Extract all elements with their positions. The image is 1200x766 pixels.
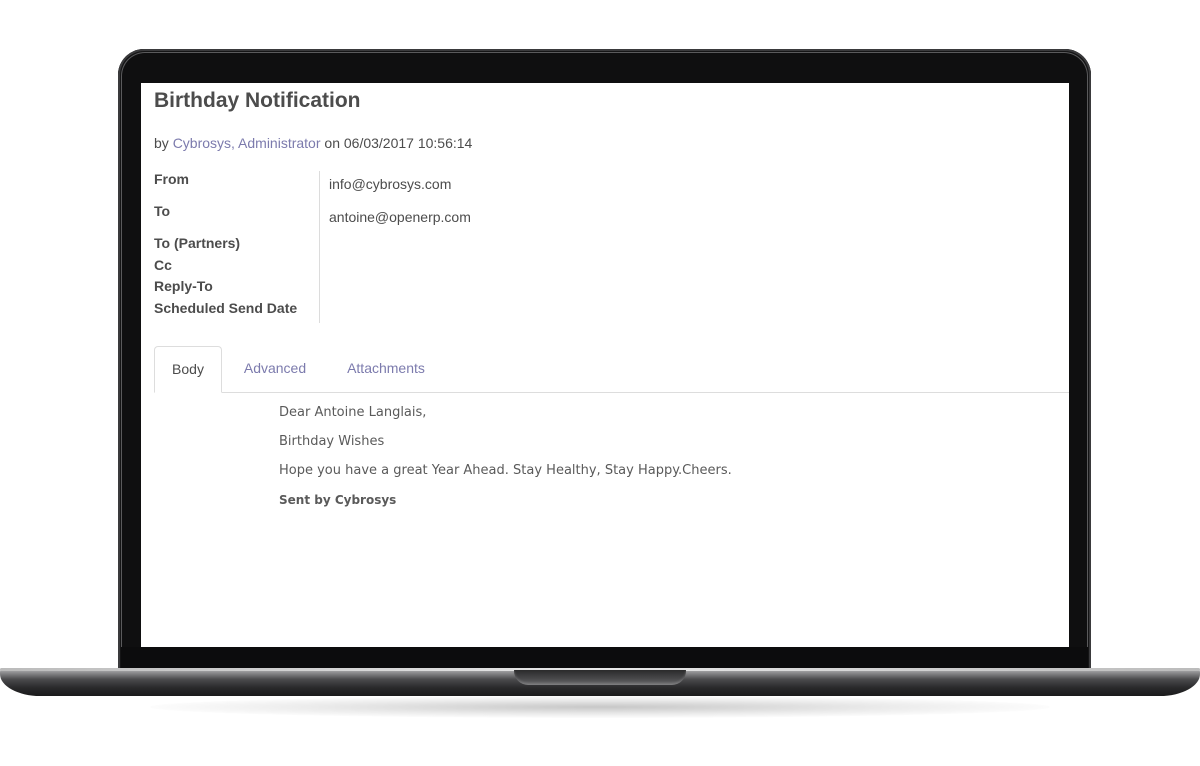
from-value[interactable]: info@cybrosys.com <box>329 176 451 192</box>
tab-advanced[interactable]: Advanced <box>242 346 308 392</box>
email-tabs: Body Advanced Attachments <box>154 346 1069 393</box>
reply-to-label: Reply-To <box>154 278 213 294</box>
email-header-fields: From To To (Partners) Cc Reply-To Schedu… <box>154 171 324 323</box>
email-datetime: 06/03/2017 10:56:14 <box>343 135 473 151</box>
tabs-underline <box>154 392 1069 393</box>
body-line-wishes: Birthday Wishes <box>279 434 385 449</box>
to-partners-label: To (Partners) <box>154 235 241 251</box>
email-title: Birthday Notification <box>154 89 361 112</box>
laptop-mockup: Birthday Notification by Cybrosys, Admin… <box>0 0 1200 766</box>
author-link[interactable]: Cybrosys, Administrator <box>173 135 321 151</box>
body-signature: Sent by Cybrosys <box>279 493 397 507</box>
laptop-shadow <box>150 696 1050 718</box>
laptop-screen: Birthday Notification by Cybrosys, Admin… <box>141 83 1069 647</box>
to-value[interactable]: antoine@openerp.com <box>329 209 471 225</box>
laptop-opening-notch <box>514 670 686 685</box>
scheduled-send-date-label: Scheduled Send Date <box>154 300 298 316</box>
to-label: To <box>154 203 171 219</box>
tab-attachments[interactable]: Attachments <box>344 346 428 392</box>
byline-prefix: by <box>154 135 173 151</box>
byline-on: on <box>320 135 344 151</box>
body-line-message: Hope you have a great Year Ahead. Stay H… <box>279 463 732 478</box>
cc-label: Cc <box>154 257 172 273</box>
from-label: From <box>154 171 189 187</box>
fields-divider <box>319 171 320 323</box>
email-byline: by Cybrosys, Administrator on 06/03/2017… <box>154 135 472 151</box>
body-greeting: Dear Antoine Langlais, <box>279 405 427 420</box>
tab-body[interactable]: Body <box>154 346 222 393</box>
